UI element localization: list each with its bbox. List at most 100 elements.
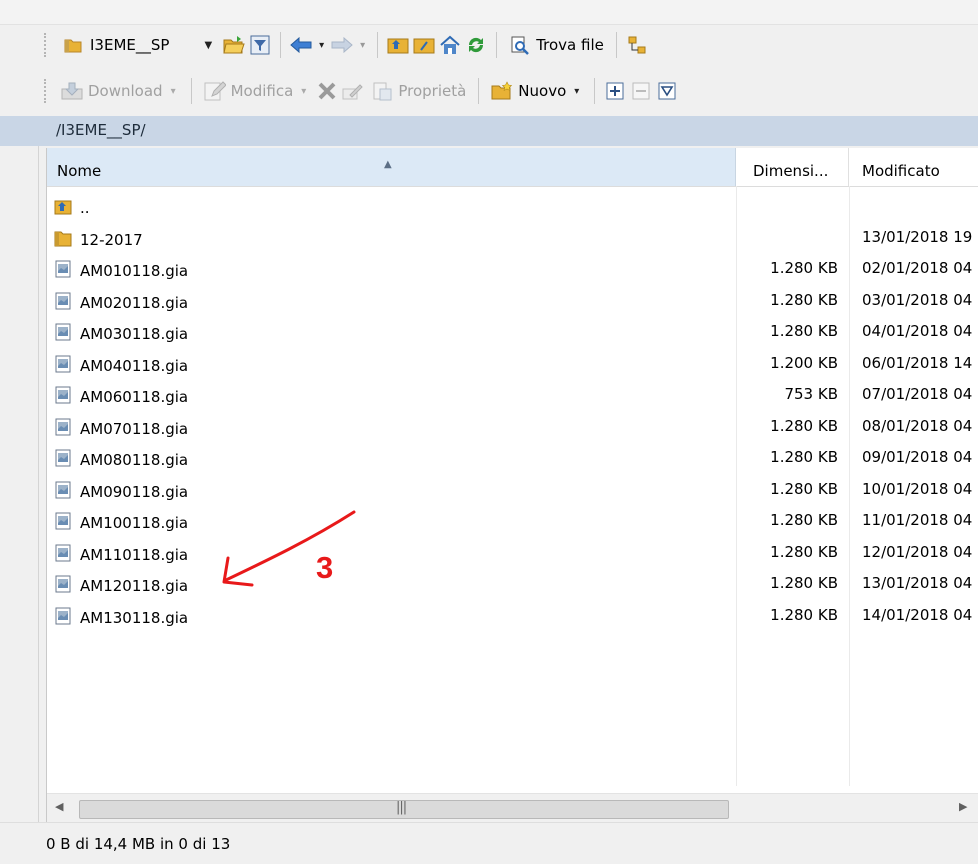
scroll-left-icon[interactable]: ◀ — [55, 800, 63, 813]
find-files-icon — [509, 34, 531, 56]
file-row[interactable]: AM040118.gia 1.200 KB 06/01/2018 14 — [47, 348, 978, 380]
download-button[interactable]: Download ▾ — [58, 77, 182, 105]
filter-icon[interactable] — [249, 34, 271, 56]
file-name-cell: .. — [53, 196, 90, 220]
toolbar-grip[interactable] — [44, 79, 50, 103]
file-name-cell: AM020118.gia — [53, 291, 188, 315]
file-row[interactable]: AM080118.gia 1.280 KB 09/01/2018 04 — [47, 442, 978, 474]
file-size: 1.280 KB — [770, 448, 838, 466]
file-name: AM070118.gia — [80, 419, 189, 438]
file-row[interactable]: AM030118.gia 1.280 KB 04/01/2018 04 — [47, 316, 978, 348]
location-dropdown-arrow[interactable]: ▼ — [204, 40, 212, 51]
file-name-cell: AM120118.gia — [53, 574, 188, 598]
file-name-cell: 12-2017 — [53, 228, 143, 252]
file-row[interactable]: AM090118.gia 1.280 KB 10/01/2018 04 — [47, 474, 978, 506]
file-modified: 03/01/2018 04 — [862, 290, 973, 309]
column-header-modified[interactable]: Modificato — [850, 148, 978, 186]
find-files-button[interactable]: Trova file — [506, 31, 607, 59]
file-row[interactable]: .. — [47, 190, 978, 222]
file-row[interactable]: AM060118.gia 753 KB 07/01/2018 04 — [47, 379, 978, 411]
forward-arrow-icon[interactable] — [331, 34, 353, 56]
file-row[interactable]: AM110118.gia 1.280 KB 12/01/2018 04 — [47, 537, 978, 569]
select-filter-icon[interactable] — [656, 80, 678, 102]
file-row[interactable]: AM130118.gia 1.280 KB 14/01/2018 04 — [47, 600, 978, 632]
file-modified: 07/01/2018 04 — [862, 385, 973, 403]
file-modified: 12/01/2018 04 — [862, 542, 973, 561]
delete-icon[interactable] — [316, 80, 338, 102]
column-header-name[interactable]: ▲ Nome — [47, 148, 736, 186]
toolbar-separator — [615, 32, 617, 58]
file-name: AM040118.gia — [80, 356, 189, 375]
file-name: AM100118.gia — [80, 514, 189, 532]
open-folder-icon[interactable] — [223, 34, 245, 56]
collapse-icon[interactable] — [630, 80, 652, 102]
expand-icon[interactable] — [604, 80, 626, 102]
file-modified: 08/01/2018 04 — [862, 416, 973, 435]
forward-dropdown-arrow[interactable]: ▾ — [360, 40, 365, 51]
scrollbar-grip-icon: ||| — [396, 800, 407, 815]
file-name-cell: AM080118.gia — [53, 448, 188, 472]
file-row[interactable]: AM020118.gia 1.280 KB 03/01/2018 04 — [47, 285, 978, 317]
file-size: 1.280 KB — [770, 574, 838, 592]
file-row[interactable]: 12-2017 13/01/2018 19 — [47, 222, 978, 254]
download-dropdown-arrow[interactable]: ▾ — [171, 86, 176, 97]
file-size: 753 KB — [784, 385, 838, 403]
file-name-cell: AM070118.gia — [53, 417, 188, 441]
file-row[interactable]: AM100118.gia 1.280 KB 11/01/2018 04 — [47, 505, 978, 537]
file-row[interactable]: AM120118.gia 1.280 KB 13/01/2018 04 — [47, 568, 978, 600]
file-name: AM090118.gia — [80, 482, 189, 501]
location-select[interactable]: I3EME__SP ▼ — [58, 31, 219, 59]
new-button[interactable]: Nuovo ▾ — [488, 77, 585, 105]
toolbar-separator — [594, 78, 596, 104]
back-arrow-icon[interactable] — [290, 34, 312, 56]
root-folder-icon[interactable] — [413, 34, 435, 56]
file-name: AM130118.gia — [80, 608, 189, 627]
window-top-strip — [0, 0, 978, 25]
file-rows: .. 12-2017 13/01/2018 19 AM010118.gia 1.280 … — [47, 190, 978, 631]
file-icon — [53, 574, 73, 598]
file-icon — [53, 417, 73, 441]
sort-ascending-icon: ▲ — [384, 159, 392, 170]
file-modified: 09/01/2018 04 — [862, 448, 973, 466]
scrollbar-thumb[interactable]: ||| — [79, 800, 729, 819]
left-pane-edge — [0, 146, 39, 822]
file-name-cell: AM030118.gia — [53, 322, 188, 346]
file-name-cell: AM130118.gia — [53, 606, 188, 630]
scroll-right-icon[interactable]: ▶ — [959, 800, 967, 813]
back-dropdown-arrow[interactable]: ▾ — [319, 40, 324, 51]
download-icon — [61, 80, 83, 102]
directory-tree-icon[interactable] — [626, 34, 648, 56]
new-dropdown-arrow[interactable]: ▾ — [574, 86, 579, 97]
new-label: Nuovo — [518, 82, 567, 100]
file-name: .. — [80, 199, 90, 217]
file-operations-toolbar: Download ▾ Modifica ▾ Proprietà Nuovo ▾ — [44, 74, 678, 108]
file-icon — [53, 291, 73, 315]
status-text: 0 B di 14,4 MB in 0 di 13 — [46, 835, 231, 853]
column-header-size[interactable]: Dimensi... — [737, 148, 849, 186]
parent-folder-icon[interactable] — [387, 34, 409, 56]
edit-button[interactable]: Modifica ▾ — [201, 77, 313, 105]
file-icon — [53, 543, 73, 567]
edit-dropdown-arrow[interactable]: ▾ — [301, 86, 306, 97]
file-row[interactable]: AM010118.gia 1.280 KB 02/01/2018 04 — [47, 253, 978, 285]
file-modified: 13/01/2018 19 — [862, 227, 973, 246]
file-modified: 14/01/2018 04 — [862, 605, 973, 624]
file-row[interactable]: AM070118.gia 1.280 KB 08/01/2018 04 — [47, 411, 978, 443]
toolbar-separator — [496, 32, 498, 58]
location-label: I3EME__SP — [90, 36, 170, 54]
file-name: AM060118.gia — [80, 388, 189, 406]
file-name-cell: AM060118.gia — [53, 385, 188, 409]
horizontal-scrollbar[interactable]: ◀ ||| ▶ — [47, 793, 978, 822]
toolbar-grip[interactable] — [44, 33, 50, 57]
file-list[interactable]: ▲ Nome Dimensi... Modificato .. 12-2017 13… — [46, 148, 978, 822]
file-size: 1.280 KB — [770, 479, 838, 498]
properties-button[interactable]: Proprietà — [368, 77, 469, 105]
path-bar[interactable]: /I3EME__SP/ — [0, 116, 978, 146]
file-size: 1.280 KB — [770, 605, 838, 624]
file-name: AM080118.gia — [80, 451, 189, 469]
rename-icon[interactable] — [342, 80, 364, 102]
file-modified: 02/01/2018 04 — [862, 259, 973, 277]
toolbar-separator — [377, 32, 379, 58]
home-icon[interactable] — [439, 34, 461, 56]
refresh-icon[interactable] — [465, 34, 487, 56]
